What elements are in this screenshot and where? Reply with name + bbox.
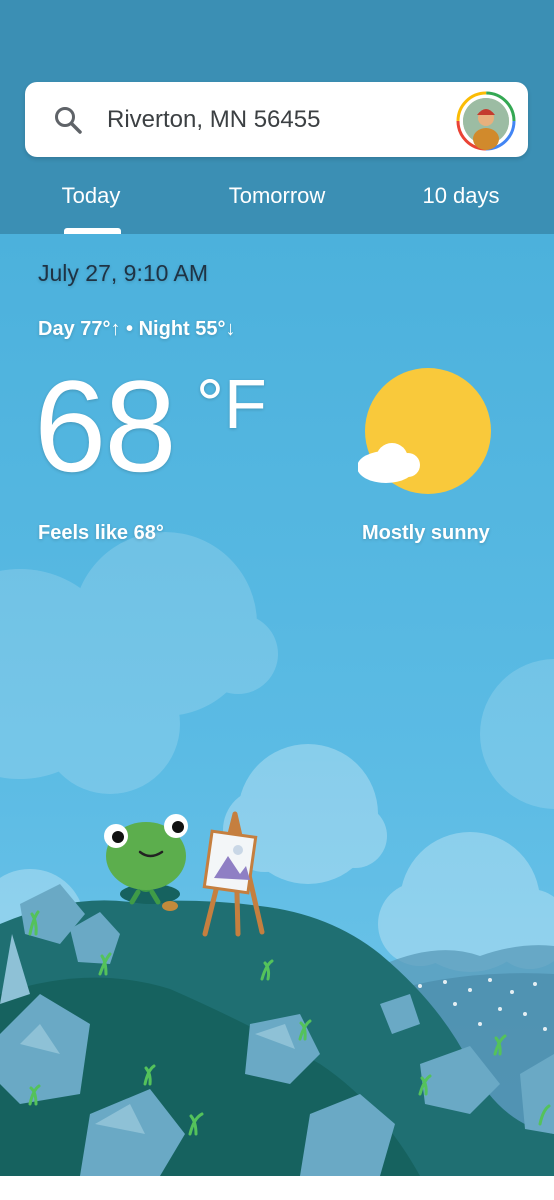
location-text[interactable]: Riverton, MN 56455 <box>107 104 320 136</box>
day-night-range: Day 77°↑ • Night 55°↓ <box>38 318 236 340</box>
condition-label: Mostly sunny <box>362 522 490 544</box>
feels-like: Feels like 68° <box>38 522 164 544</box>
mostly-sunny-icon <box>358 368 491 494</box>
weather-screen: Riverton, MN 56455 Today Tomorrow 10 day… <box>0 0 554 1200</box>
tab-10-days[interactable]: 10 days <box>412 180 510 212</box>
bottom-strip <box>0 1176 554 1200</box>
tab-tomorrow[interactable]: Tomorrow <box>212 180 342 212</box>
tab-today[interactable]: Today <box>50 180 132 212</box>
temperature-unit[interactable]: °F <box>196 366 267 442</box>
account-avatar[interactable] <box>456 91 516 151</box>
current-temperature: 68 <box>34 353 177 499</box>
date-time: July 27, 9:10 AM <box>38 260 209 286</box>
search-icon[interactable] <box>52 104 84 136</box>
